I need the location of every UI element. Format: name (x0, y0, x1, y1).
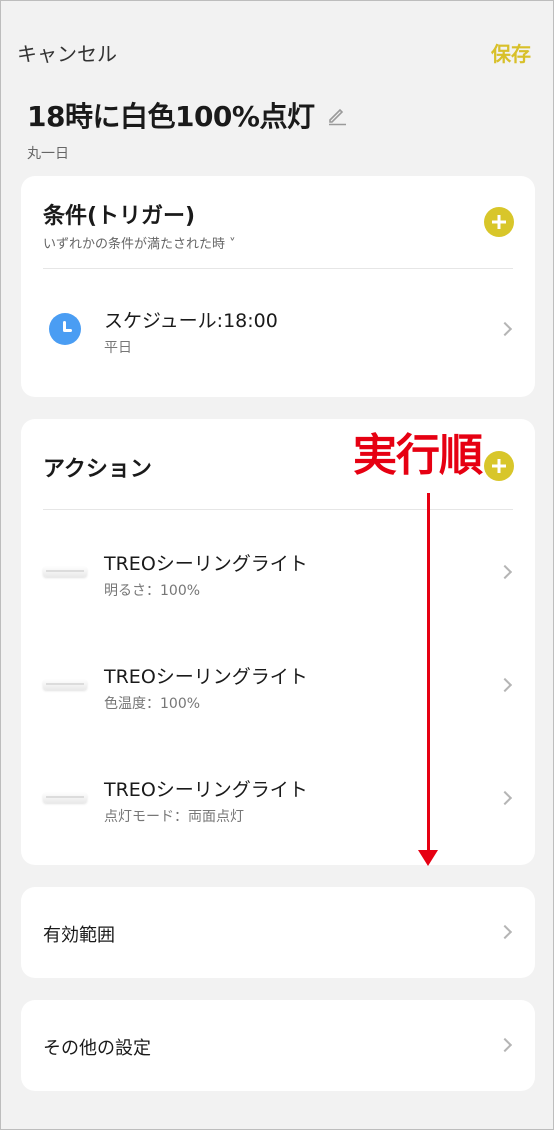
divider (43, 268, 513, 269)
effective-range-row[interactable]: 有効範囲 (21, 887, 535, 978)
action-label: TREOシーリングライト (104, 779, 308, 801)
chevron-right-icon (497, 321, 513, 337)
pencil-icon[interactable] (326, 104, 348, 126)
app-frame: キャンセル 保存 18時に白色100%点灯 丸一日 条件(トリガー) いずれかの… (0, 0, 554, 1130)
chevron-right-icon (497, 1037, 513, 1053)
condition-match-mode-dropdown[interactable]: いずれかの条件が満たされた時 ˅ (43, 233, 236, 252)
clock-icon (49, 313, 81, 345)
condition-item[interactable]: スケジュール:18:00 平日 (21, 284, 535, 374)
action-item[interactable]: TREOシーリングライト 色温度：100% (21, 640, 535, 730)
chevron-right-icon (497, 924, 513, 940)
add-condition-button[interactable] (484, 207, 514, 237)
other-settings-label: その他の設定 (43, 1038, 151, 1059)
action-item[interactable]: TREOシーリングライト 明るさ：100% (21, 527, 535, 617)
chevron-right-icon (497, 790, 513, 806)
action-item[interactable]: TREOシーリングライト 点灯モード：両面点灯 (21, 753, 535, 843)
save-button[interactable]: 保存 (491, 38, 531, 67)
action-label: TREOシーリングライト (104, 666, 308, 688)
action-detail: 色温度：100% (104, 696, 201, 712)
divider (43, 509, 513, 510)
actions-card: アクション TREOシーリングライト 明るさ：100% TREOシーリングライト… (21, 419, 535, 865)
other-settings-row[interactable]: その他の設定 (21, 1000, 535, 1091)
top-bar: キャンセル 保存 (1, 1, 553, 91)
ceiling-light-icon (43, 790, 87, 806)
schedule-scope: 丸一日 (27, 146, 69, 162)
chevron-right-icon (497, 677, 513, 693)
ceiling-light-icon (43, 677, 87, 693)
action-label: TREOシーリングライト (104, 553, 308, 575)
add-action-button[interactable] (484, 451, 514, 481)
effective-range-label: 有効範囲 (43, 925, 115, 946)
cancel-button[interactable]: キャンセル (17, 38, 117, 67)
action-detail: 明るさ：100% (104, 583, 201, 599)
conditions-title: 条件(トリガー) (43, 204, 196, 229)
actions-title: アクション (43, 457, 152, 482)
conditions-card: 条件(トリガー) いずれかの条件が満たされた時 ˅ スケジュール:18:00 平… (21, 176, 535, 397)
scene-title: 18時に白色100%点灯 (27, 100, 315, 133)
arrow-down-icon (418, 850, 438, 866)
ceiling-light-icon (43, 564, 87, 580)
execution-order-annotation: 実行順 (353, 430, 483, 481)
condition-label: スケジュール:18:00 (104, 310, 278, 332)
action-detail: 点灯モード：両面点灯 (104, 809, 244, 825)
chevron-right-icon (497, 564, 513, 580)
condition-detail: 平日 (104, 340, 132, 356)
execution-order-arrow (427, 493, 430, 853)
scene-title-row: 18時に白色100%点灯 (27, 95, 348, 135)
